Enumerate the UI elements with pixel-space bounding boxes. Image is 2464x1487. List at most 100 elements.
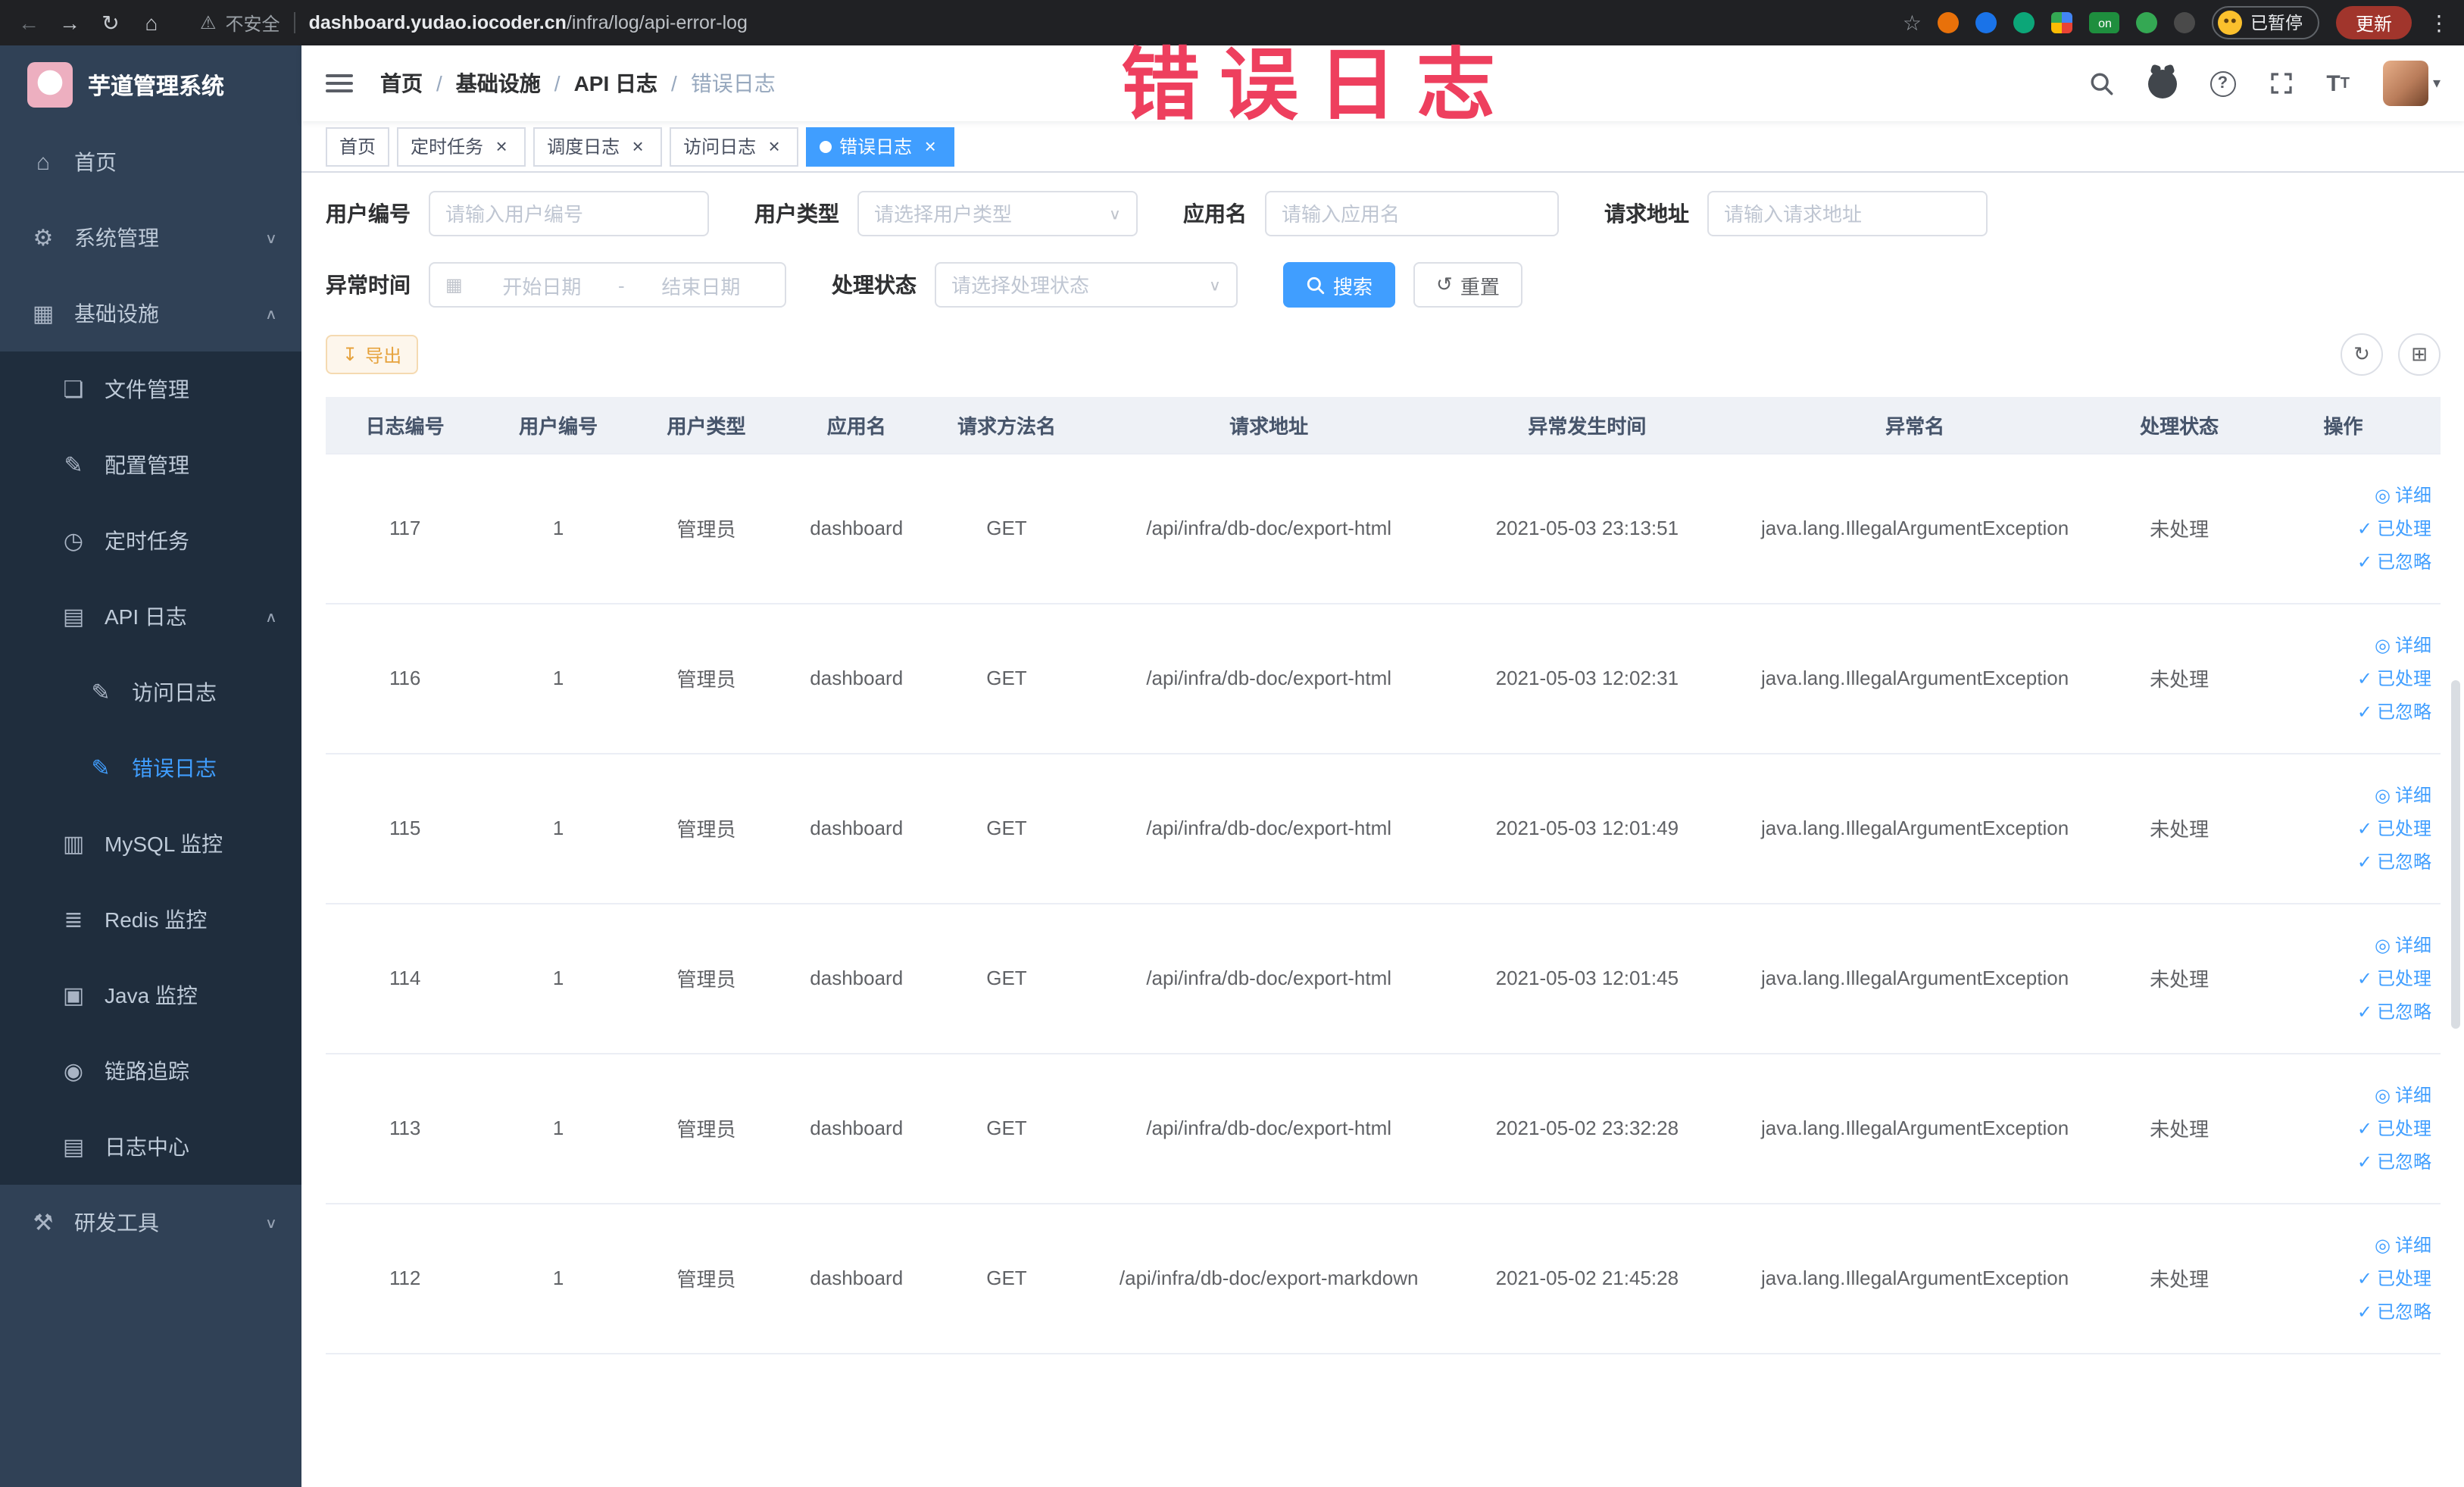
sidebar-item-api-log[interactable]: ▤ API 日志 ∧ <box>0 579 301 654</box>
scrollbar[interactable] <box>2451 680 2460 1029</box>
cell-log-id: 116 <box>326 602 485 753</box>
process-status-select-input[interactable] <box>951 273 1200 296</box>
filter-label: 异常时间 <box>326 273 411 297</box>
sidebar-item-redis-monitor[interactable]: ≣ Redis 监控 <box>0 882 301 957</box>
tab-dispatch-log[interactable]: 调度日志 × <box>533 127 663 166</box>
detail-link[interactable]: ◎ 详细 <box>2255 632 2431 658</box>
sidebar-item-home[interactable]: ⌂ 首页 <box>0 124 301 200</box>
url-bar[interactable]: dashboard.yudao.iocoder.cn/infra/log/api… <box>309 12 748 33</box>
processed-link[interactable]: ✓ 已处理 <box>2255 665 2431 691</box>
search-icon[interactable] <box>2088 70 2114 96</box>
cell-user-id: 1 <box>484 902 632 1053</box>
sidebar-item-error-log[interactable]: ✎ 错误日志 <box>0 730 301 806</box>
site-security[interactable]: ⚠ 不安全 <box>200 10 280 36</box>
ignored-link[interactable]: ✓ 已忽略 <box>2255 1148 2431 1174</box>
filter-label: 应用名 <box>1183 201 1247 226</box>
filter-exception-time: 异常时间 ▦ 开始日期 - 结束日期 <box>326 262 786 308</box>
sidebar-item-system-management[interactable]: ⚙ 系统管理 ∨ <box>0 200 301 276</box>
request-url-input[interactable] <box>1724 202 1971 225</box>
processed-link[interactable]: ✓ 已处理 <box>2255 515 2431 541</box>
tab-label: 调度日志 <box>547 136 620 158</box>
filter-app-name: 应用名 <box>1183 191 1559 236</box>
check-icon: ✓ <box>2356 1151 2372 1172</box>
browser-menu-icon[interactable]: ⋮ <box>2428 10 2450 36</box>
cell-status: 未处理 <box>2113 1052 2247 1203</box>
user-type-select[interactable]: ∨ <box>857 191 1138 236</box>
cell-exception: java.lang.IllegalArgumentException <box>1717 1202 2113 1354</box>
user-avatar[interactable]: ▾ <box>2382 61 2441 106</box>
extension-icon[interactable] <box>2051 12 2073 33</box>
processed-link[interactable]: ✓ 已处理 <box>2255 1265 2431 1291</box>
font-size-icon[interactable]: TT <box>2326 70 2350 96</box>
ignored-link[interactable]: ✓ 已忽略 <box>2255 998 2431 1024</box>
ignored-link[interactable]: ✓ 已忽略 <box>2255 848 2431 874</box>
extension-icon[interactable] <box>2136 12 2158 33</box>
date-range-picker[interactable]: ▦ 开始日期 - 结束日期 <box>429 262 786 308</box>
sidebar-item-access-log[interactable]: ✎ 访问日志 <box>0 654 301 730</box>
home-icon[interactable]: ⌂ <box>138 11 165 35</box>
app-name-input[interactable] <box>1282 202 1542 225</box>
export-button[interactable]: ↧ 导出 <box>326 335 419 374</box>
user-type-select-input[interactable] <box>874 202 1100 225</box>
refresh-button[interactable]: ↻ <box>2341 333 2383 376</box>
user-id-input[interactable] <box>445 202 692 225</box>
detail-link[interactable]: ◎ 详细 <box>2255 1082 2431 1107</box>
sidebar-item-infrastructure[interactable]: ▦ 基础设施 ∧ <box>0 276 301 351</box>
processed-link[interactable]: ✓ 已处理 <box>2255 815 2431 841</box>
sidebar-item-dev-tools[interactable]: ⚒ 研发工具 ∨ <box>0 1185 301 1261</box>
sidebar-item-scheduled-tasks[interactable]: ◷ 定时任务 <box>0 503 301 579</box>
hamburger-icon[interactable] <box>326 74 353 92</box>
close-icon[interactable]: × <box>764 136 785 157</box>
sidebar-item-log-center[interactable]: ▤ 日志中心 <box>0 1109 301 1185</box>
github-icon[interactable] <box>2147 69 2177 98</box>
reload-icon[interactable]: ↻ <box>97 10 124 36</box>
sidebar-item-mysql-monitor[interactable]: ▥ MySQL 监控 <box>0 806 301 882</box>
action-label: 已忽略 <box>2376 1151 2431 1173</box>
extension-icon[interactable] <box>2174 12 2196 33</box>
reset-button[interactable]: ↺ 重置 <box>1413 262 1522 308</box>
detail-link[interactable]: ◎ 详细 <box>2255 932 2431 957</box>
tab-scheduled-tasks[interactable]: 定时任务 × <box>397 127 526 166</box>
cell-app: dashboard <box>780 602 933 753</box>
tab-home[interactable]: 首页 <box>326 127 390 166</box>
tab-error-log[interactable]: 错误日志 × <box>806 127 955 166</box>
processed-link[interactable]: ✓ 已处理 <box>2255 965 2431 991</box>
bookmark-star-icon[interactable]: ☆ <box>1903 10 1922 36</box>
extension-icon[interactable] <box>1975 12 1997 33</box>
chevron-down-icon: ∨ <box>1208 277 1221 294</box>
breadcrumb-item[interactable]: API 日志 <box>574 68 657 98</box>
detail-link[interactable]: ◎ 详细 <box>2255 482 2431 508</box>
search-button[interactable]: 搜索 <box>1283 262 1396 308</box>
close-icon[interactable]: × <box>491 136 512 157</box>
close-icon[interactable]: × <box>920 136 941 157</box>
extension-icon[interactable] <box>2013 12 2035 33</box>
extension-on-badge[interactable]: on <box>2089 12 2120 33</box>
fullscreen-icon[interactable] <box>2269 71 2293 95</box>
close-icon[interactable]: × <box>627 136 648 157</box>
filter-user-type: 用户类型 ∨ <box>754 191 1138 236</box>
ignored-link[interactable]: ✓ 已忽略 <box>2255 548 2431 574</box>
tab-access-log[interactable]: 访问日志 × <box>670 127 799 166</box>
sidebar-item-config-management[interactable]: ✎ 配置管理 <box>0 427 301 503</box>
breadcrumb-item[interactable]: 基础设施 <box>456 68 541 98</box>
ignored-link[interactable]: ✓ 已忽略 <box>2255 1298 2431 1324</box>
detail-link[interactable]: ◎ 详细 <box>2255 782 2431 808</box>
forward-icon[interactable]: → <box>56 11 83 35</box>
sidebar-item-label: 研发工具 <box>74 1211 159 1235</box>
sidebar-item-file-management[interactable]: ❏ 文件管理 <box>0 351 301 427</box>
processed-link[interactable]: ✓ 已处理 <box>2255 1115 2431 1141</box>
paused-chip[interactable]: 已暂停 <box>2212 6 2319 39</box>
update-button[interactable]: 更新 <box>2335 6 2412 39</box>
sidebar-item-java-monitor[interactable]: ▣ Java 监控 <box>0 957 301 1033</box>
extension-icon[interactable] <box>1938 12 1960 33</box>
ignored-link[interactable]: ✓ 已忽略 <box>2255 698 2431 724</box>
column-settings-button[interactable]: ⊞ <box>2398 333 2441 376</box>
back-icon[interactable]: ← <box>15 11 42 35</box>
breadcrumb-item[interactable]: 首页 <box>380 68 423 98</box>
help-icon[interactable]: ? <box>2209 70 2236 96</box>
detail-link[interactable]: ◎ 详细 <box>2255 1232 2431 1257</box>
process-status-select[interactable]: ∨ <box>935 262 1238 308</box>
sidebar-item-trace[interactable]: ◉ 链路追踪 <box>0 1033 301 1109</box>
table-header-row: 日志编号 用户编号 用户类型 应用名 请求方法名 请求地址 异常发生时间 异常名… <box>326 397 2441 453</box>
action-label: 详细 <box>2394 1235 2431 1256</box>
